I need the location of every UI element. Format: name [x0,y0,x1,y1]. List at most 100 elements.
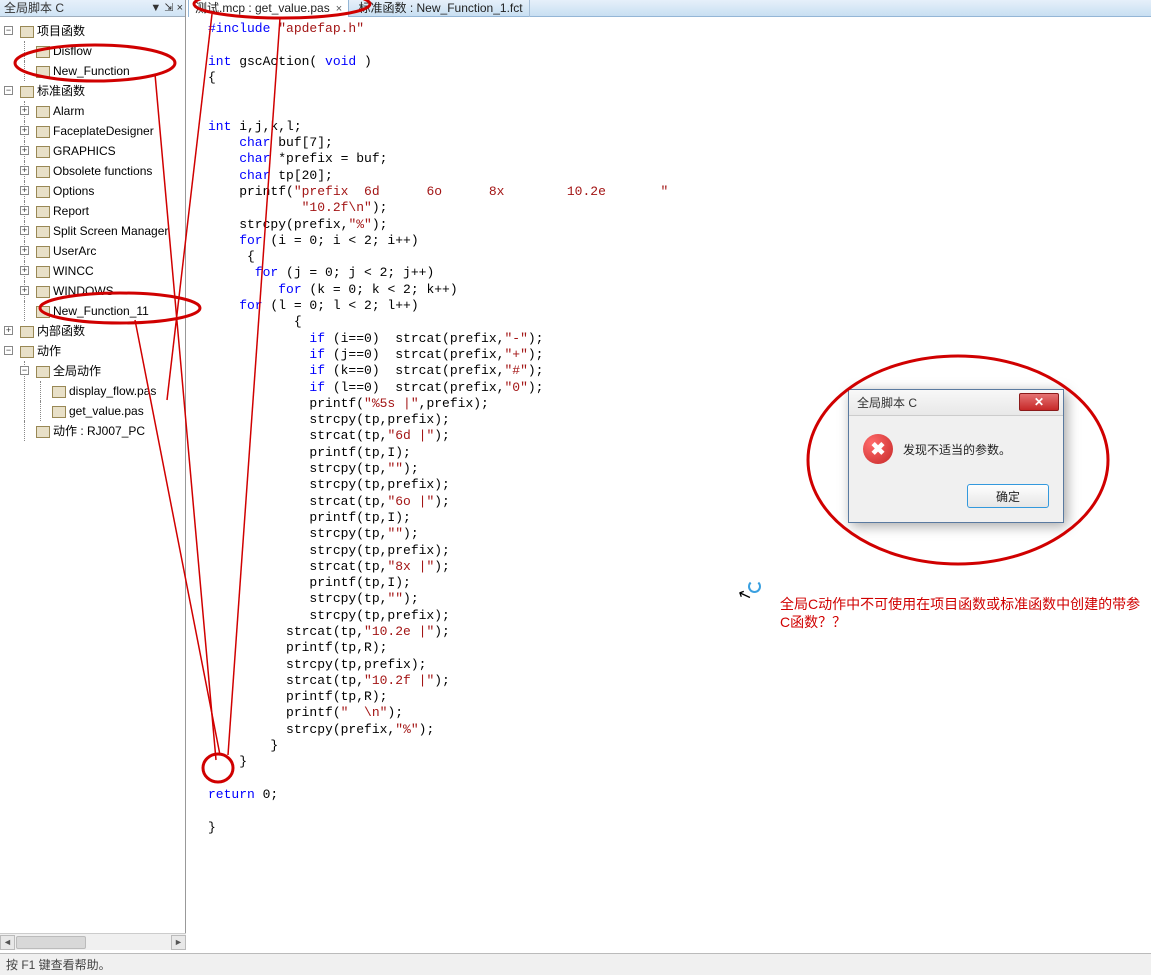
expand-icon[interactable]: + [20,286,29,295]
dialog-title-text: 全局脚本 C [857,396,917,410]
tree-item[interactable]: WINDOWS [53,284,114,298]
code-token: buf[7]; [270,135,332,150]
expand-icon[interactable]: + [20,186,29,195]
expand-icon[interactable]: + [20,226,29,235]
code-token: i,j,k,l; [231,119,301,134]
file-icon [36,66,50,78]
code-token: (j==0) strcat(prefix, [325,347,504,362]
code-token: for [208,265,278,280]
tab-newfunction1[interactable]: 标准函数 : New_Function_1.fct [353,0,530,17]
collapse-icon[interactable]: − [4,86,13,95]
close-icon[interactable]: × [336,3,342,15]
code-line: printf(tp,R); [208,689,387,704]
code-line: printf(tp,I); [208,575,411,590]
code-token: if [208,347,325,362]
tree-item[interactable]: get_value.pas [69,404,144,418]
code-token: strcpy(tp, [208,526,387,541]
code-token: char [208,168,270,183]
code-token: ); [372,217,388,232]
tree-item[interactable]: display_flow.pas [69,384,156,398]
folder-icon [36,286,50,298]
ok-button[interactable]: 确定 [967,484,1049,508]
folder-icon [36,166,50,178]
tree-item[interactable]: Disflow [53,44,92,58]
code-token: char [208,135,270,150]
code-token: strcat(tp, [208,494,387,509]
tree-node-internal-funcs[interactable]: 内部函数 [37,324,85,338]
collapse-icon[interactable]: − [4,346,13,355]
code-line: strcpy(tp,prefix); [208,543,450,558]
tree-item[interactable]: GRAPHICS [53,144,116,158]
scroll-thumb[interactable] [16,936,86,949]
tree-item[interactable]: UserArc [53,244,96,258]
tree-item[interactable]: Split Screen Manager [53,224,168,238]
sidebar-title-text: 全局脚本 C [4,1,64,15]
dialog-footer: 确定 [849,474,1063,522]
code-token: strcpy(prefix, [208,217,348,232]
code-token: ) [356,54,372,69]
code-token: strcpy(tp, [208,591,387,606]
close-button[interactable]: ✕ [1019,393,1059,411]
expand-icon[interactable]: + [20,206,29,215]
tree-node-project-funcs[interactable]: 项目函数 [37,24,85,38]
code-token: "10.2f |" [364,673,434,688]
expand-icon[interactable]: + [20,246,29,255]
code-token: *prefix = buf; [270,151,387,166]
code-token: "10.2f\n" [208,200,372,215]
tab-label: 标准函数 : New_Function_1.fct [359,1,523,15]
dialog-title-bar[interactable]: 全局脚本 C ✕ [849,390,1063,416]
horizontal-scrollbar[interactable]: ◄ ► [0,933,186,950]
code-token: "apdefap.h" [270,21,364,36]
tree-view: −项目函数 Disflow New_Function −标准函数 +Alarm … [0,17,185,441]
code-line: printf(tp,R); [208,640,387,655]
tab-getvalue[interactable]: 测试.mcp : get_value.pas× [188,0,349,17]
expand-icon[interactable]: + [20,126,29,135]
code-token: (i==0) strcat(prefix, [325,331,504,346]
expand-icon[interactable]: + [20,166,29,175]
tree-item[interactable]: Alarm [53,104,84,118]
tree-item[interactable]: 动作 : RJ007_PC [53,424,145,438]
expand-icon[interactable]: + [20,146,29,155]
expand-icon[interactable]: + [20,106,29,115]
scroll-left-icon[interactable]: ◄ [0,935,15,950]
collapse-icon[interactable]: − [20,366,29,375]
code-token: void [325,54,356,69]
expand-icon[interactable]: + [4,326,13,335]
code-token: (j = 0; j < 2; j++) [278,265,434,280]
tree-item[interactable]: Options [53,184,94,198]
tree-node-global-actions[interactable]: 全局动作 [53,364,101,378]
sidebar-panel: 全局脚本 C ▼ ⇲ × −项目函数 Disflow New_Function … [0,0,186,950]
code-token: strcat(tp, [208,428,387,443]
code-token: ); [403,591,419,606]
code-token: ); [387,705,403,720]
code-line: { [208,249,255,264]
collapse-icon[interactable]: − [4,26,13,35]
code-token: (k = 0; k < 2; k++) [302,282,458,297]
annotation-text: 全局C动作中不可使用在项目函数或标准函数中创建的带参C函数？？ [780,595,1150,631]
code-token: ); [434,428,450,443]
tree-item[interactable]: New_Function_11 [53,304,149,318]
code-token: ); [434,673,450,688]
tree-item[interactable]: FaceplateDesigner [53,124,154,138]
sidebar-title-buttons[interactable]: ▼ ⇲ × [150,0,183,17]
tree-item[interactable]: Report [53,204,89,218]
tree-node-standard-funcs[interactable]: 标准函数 [37,84,85,98]
code-token: strcpy(tp, [208,461,387,476]
tree-node-actions[interactable]: 动作 [37,344,61,358]
code-token: (l==0) strcat(prefix, [325,380,504,395]
folder-icon [20,26,34,38]
sidebar-title: 全局脚本 C ▼ ⇲ × [0,0,185,17]
expand-icon[interactable]: + [20,266,29,275]
code-token: "6o |" [387,494,434,509]
code-token: "+" [504,347,527,362]
code-token: "6d |" [387,428,434,443]
tree-item[interactable]: New_Function [53,64,130,78]
tree-item[interactable]: Obsolete functions [53,164,152,178]
tree-item[interactable]: WINCC [53,264,94,278]
scroll-right-icon[interactable]: ► [171,935,186,950]
code-token: #include [208,21,270,36]
code-token: "-" [504,331,527,346]
folder-icon [20,326,34,338]
code-line: strcpy(tp,prefix); [208,608,450,623]
code-token: int [208,119,231,134]
